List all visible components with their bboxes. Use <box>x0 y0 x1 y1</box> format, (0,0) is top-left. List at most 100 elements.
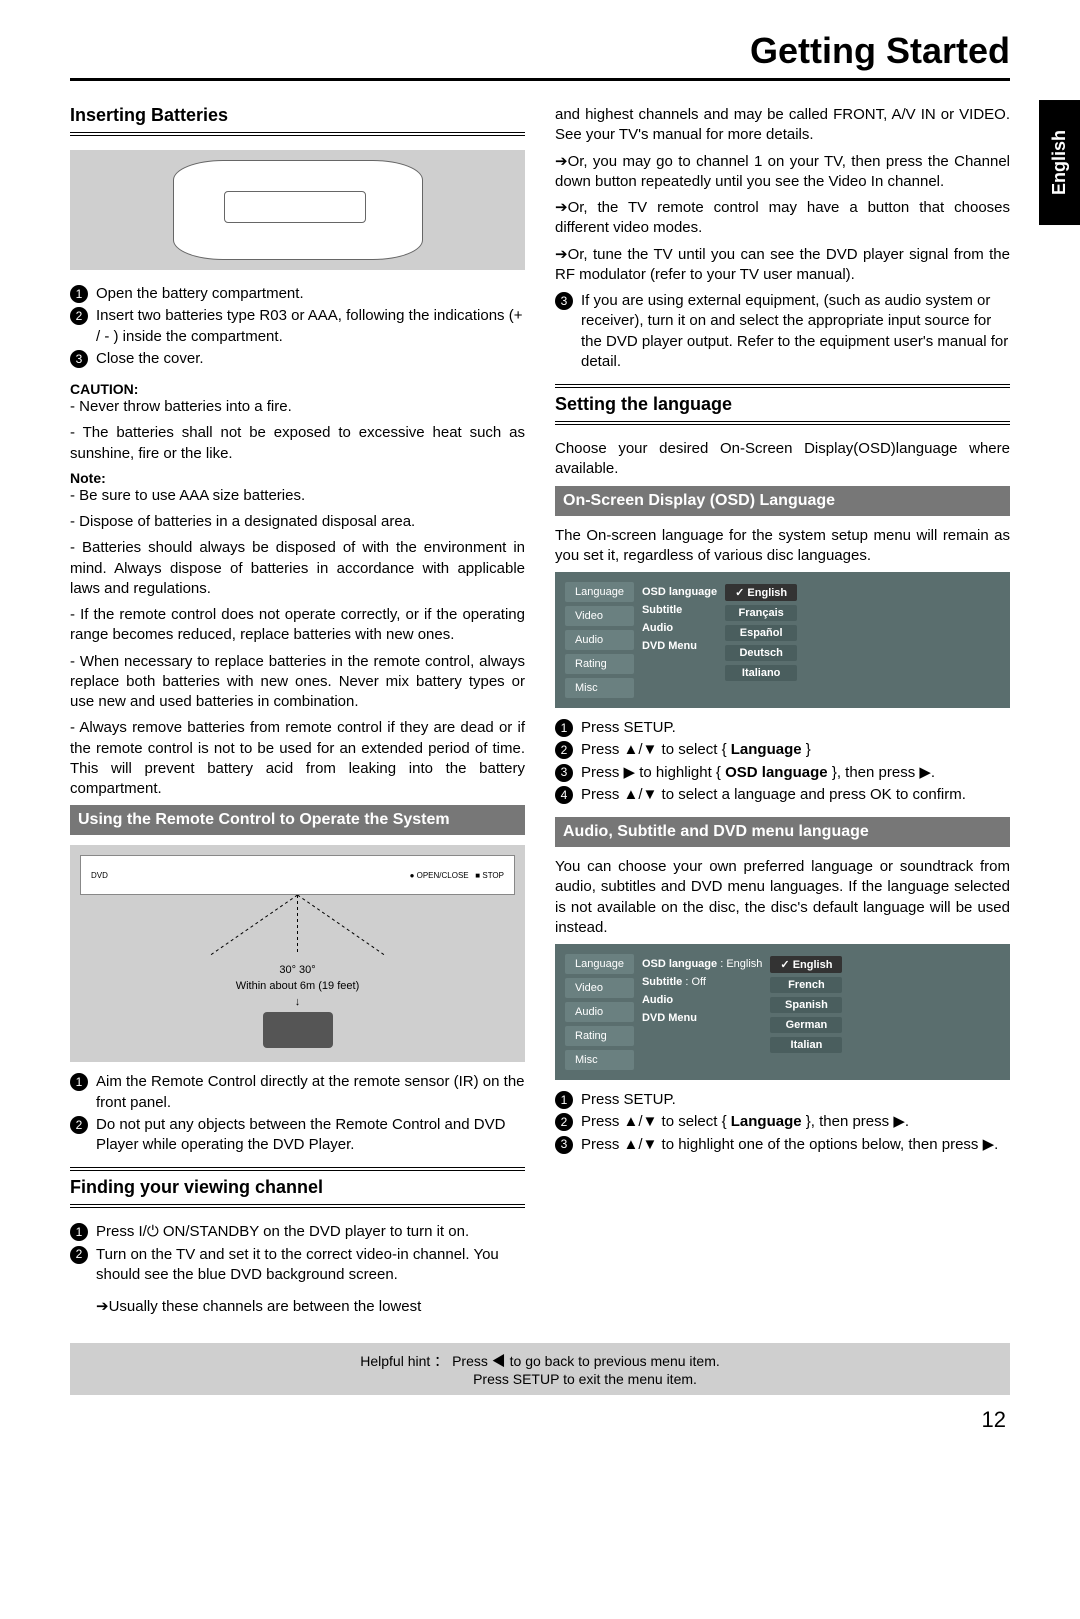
language-tab: English <box>1039 100 1080 225</box>
osd-option: German <box>770 1017 842 1033</box>
step-bullet-1: 1 <box>555 719 573 737</box>
step-text: Aim the Remote Control directly at the r… <box>96 1072 525 1113</box>
cont-text: ➔Or, tune the TV until you can see the D… <box>555 245 1010 286</box>
footer-line1: Helpful hint ： Press ◀ to go back to pre… <box>90 1351 990 1371</box>
osd-tab-video: Video <box>565 606 634 626</box>
note-line: - Always remove batteries from remote co… <box>70 718 525 799</box>
osd-menu-screenshot-1: Language Video Audio Rating Misc OSD lan… <box>555 572 1010 708</box>
osd-tab-misc: Misc <box>565 678 634 698</box>
heading-inserting-batteries: Inserting Batteries <box>70 105 525 126</box>
step-bullet-1: 1 <box>555 1091 573 1109</box>
osd-setting: OSD language : English <box>642 958 762 970</box>
rule <box>70 1167 525 1171</box>
step-text: Insert two batteries type R03 or AAA, fo… <box>96 306 525 347</box>
step-text: Press ▶ to highlight { OSD language }, t… <box>581 763 935 783</box>
osd-tab-audio: Audio <box>565 630 634 650</box>
osd-tab-video: Video <box>565 978 634 998</box>
osd-setting: DVD Menu <box>642 640 717 652</box>
remote-range-diagram: DVD ● OPEN/CLOSE ■ STOP 30° 30° Within a… <box>70 845 525 1062</box>
osd-tab-rating: Rating <box>565 654 634 674</box>
step-bullet-3: 3 <box>70 350 88 368</box>
osd-settings: OSD language : English Subtitle : Off Au… <box>642 954 762 1070</box>
rule <box>70 132 525 136</box>
note-line: - Batteries should always be disposed of… <box>70 538 525 599</box>
audio-steps: 1 Press SETUP. 2 Press ▲/▼ to select { Lan… <box>555 1090 1010 1155</box>
step-bullet-2: 2 <box>555 741 573 759</box>
note-line: - If the remote control does not operate… <box>70 605 525 646</box>
step-text: Close the cover. <box>96 349 204 369</box>
step-text: Do not put any objects between the Remot… <box>96 1115 525 1156</box>
osd-tab-audio: Audio <box>565 1002 634 1022</box>
columns: Inserting Batteries 1Open the battery co… <box>70 105 1010 1323</box>
left-column: Inserting Batteries 1Open the battery co… <box>70 105 525 1323</box>
cont-text: and highest channels and may be called F… <box>555 105 1010 146</box>
step-text: Turn on the TV and set it to the correct… <box>96 1245 525 1286</box>
step-bullet-2: 2 <box>70 1116 88 1134</box>
step-text: Press SETUP. <box>581 718 676 738</box>
heading-osd-language: On-Screen Display (OSD) Language <box>555 486 1010 516</box>
osd-tab-language: Language <box>565 582 634 602</box>
cont-text: ➔Or, you may go to channel 1 on your TV,… <box>555 152 1010 193</box>
note-line: - When necessary to replace batteries in… <box>70 652 525 713</box>
osd-option: Deutsch <box>725 645 797 661</box>
osd-setting: DVD Menu <box>642 1012 762 1024</box>
osd-options: English Français Español Deutsch Italian… <box>725 582 797 698</box>
step-text: Press SETUP. <box>581 1090 676 1110</box>
step-text: Press ▲/▼ to select a language and press… <box>581 785 966 805</box>
step-text: Press ▲/▼ to select { Language } <box>581 740 811 760</box>
footer-hint: Helpful hint ： Press ◀ to go back to pre… <box>70 1343 1010 1395</box>
caution-line: - The batteries shall not be exposed to … <box>70 423 525 464</box>
step-text: Press ▲/▼ to select { Language }, then p… <box>581 1112 909 1132</box>
step-bullet-3: 3 <box>555 1136 573 1154</box>
dvd-label: DVD <box>91 871 108 880</box>
osd-option-selected: English <box>725 584 797 601</box>
external-equipment-step: 3If you are using external equipment, (s… <box>555 291 1010 372</box>
osd-setting: OSD language <box>642 586 717 598</box>
osd-menu-screenshot-2: Language Video Audio Rating Misc OSD lan… <box>555 944 1010 1080</box>
footer-line2: Press SETUP to exit the menu item. <box>90 1371 990 1387</box>
intro-text: You can choose your own preferred langua… <box>555 857 1010 938</box>
osd-option: Italian <box>770 1037 842 1053</box>
heading-viewing-channel: Finding your viewing channel <box>70 1177 525 1198</box>
step-bullet-3: 3 <box>555 292 573 310</box>
osd-setting: Subtitle <box>642 604 717 616</box>
step-bullet-2: 2 <box>555 1113 573 1131</box>
osd-setting: Audio <box>642 994 762 1006</box>
note-line: - Be sure to use AAA size batteries. <box>70 486 525 506</box>
osd-setting: Subtitle : Off <box>642 976 762 988</box>
step-text: Open the battery compartment. <box>96 284 304 304</box>
note-label: Note: <box>70 470 525 486</box>
caution-label: CAUTION: <box>70 381 525 397</box>
right-column: and highest channels and may be called F… <box>555 105 1010 1323</box>
remote-steps: 1 Aim the Remote Control directly at the … <box>70 1072 525 1155</box>
step-bullet-1: 1 <box>70 1223 88 1241</box>
osd-settings: OSD language Subtitle Audio DVD Menu <box>642 582 717 698</box>
step-text: Press ▲/▼ to highlight one of the option… <box>581 1135 998 1155</box>
step-bullet-1: 1 <box>70 1073 88 1091</box>
intro-text: Choose your desired On-Screen Display(OS… <box>555 439 1010 480</box>
osd-setting: Audio <box>642 622 717 634</box>
step-bullet-4: 4 <box>555 786 573 804</box>
angle-label: 30° 30° <box>80 964 515 976</box>
manual-page: Getting Started English Inserting Batter… <box>0 0 1080 1453</box>
osd-option: Español <box>725 625 797 641</box>
range-label: Within about 6m (19 feet) <box>80 980 515 992</box>
heading-remote-operate: Using the Remote Control to Operate the … <box>70 805 525 835</box>
osd-tab-misc: Misc <box>565 1050 634 1070</box>
note-line: - Dispose of batteries in a designated d… <box>70 512 525 532</box>
heading-audio-subtitle: Audio, Subtitle and DVD menu language <box>555 817 1010 847</box>
caution-line: - Never throw batteries into a fire. <box>70 397 525 417</box>
osd-option: Spanish <box>770 997 842 1013</box>
osd-tab-rating: Rating <box>565 1026 634 1046</box>
viewing-steps: 1 Press I/⏻ ON/STANDBY on the DVD player … <box>70 1222 525 1285</box>
osd-sidebar: Language Video Audio Rating Misc <box>565 582 634 698</box>
angle-lines-icon <box>80 895 515 955</box>
battery-steps: 1Open the battery compartment. 2Insert t… <box>70 284 525 369</box>
dvd-controls: ● OPEN/CLOSE ■ STOP <box>410 871 504 880</box>
battery-illustration <box>70 150 525 270</box>
step-bullet-2: 2 <box>70 307 88 325</box>
remote-icon <box>263 1012 333 1048</box>
osd-option: Français <box>725 605 797 621</box>
step-text: Press I/⏻ ON/STANDBY on the DVD player t… <box>96 1222 469 1242</box>
page-title: Getting Started <box>70 30 1010 81</box>
